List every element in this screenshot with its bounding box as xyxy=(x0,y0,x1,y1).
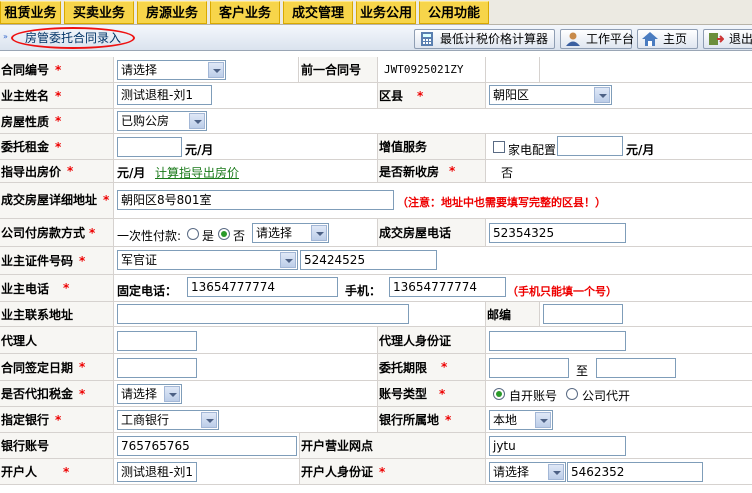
calculator-icon xyxy=(421,32,433,46)
agent-id-input[interactable] xyxy=(489,331,626,351)
appliance-checkbox[interactable] xyxy=(493,141,505,153)
form-row: 指导出房价 * 元/月 计算指导出房价 是否新收房 * 否 xyxy=(0,160,752,183)
exit-icon xyxy=(709,33,724,45)
owner-id-input[interactable]: 52424525 xyxy=(300,250,437,270)
form-row: 开户人 * 测试退租-刘1 开户人身份证 * 请选择 5462352 xyxy=(0,459,752,485)
period-to-label: 至 xyxy=(576,364,589,378)
chevron-down-icon xyxy=(280,252,296,268)
period-start-input[interactable] xyxy=(489,358,569,378)
district-select[interactable]: 朝阳区 xyxy=(489,85,612,105)
user-icon xyxy=(566,32,580,46)
menu-rental[interactable]: 租赁业务 xyxy=(0,1,61,24)
value-added-input[interactable] xyxy=(557,136,623,156)
form-row: 公司付房款方式 * 一次性付款: 是 否 请选择 成交房屋电话 52354325 xyxy=(0,219,752,247)
home-button[interactable]: 主页 xyxy=(637,29,698,49)
form-row: 成交房屋详细地址 * 朝阳区8号801室 （注意：地址中也需要填写完整的区县！） xyxy=(0,183,752,219)
holder-id-type-select[interactable]: 请选择 xyxy=(489,462,566,482)
house-phone-input[interactable]: 52354325 xyxy=(489,223,626,243)
form-row: 指定银行 * 工商银行 银行所属地 * 本地 xyxy=(0,407,752,433)
field-label: 代理人身份证 xyxy=(378,327,486,353)
branch-input[interactable]: jytu xyxy=(489,436,626,456)
appliance-label: 家电配置 xyxy=(508,143,557,157)
field-label: 业主证件号码 * xyxy=(0,247,114,274)
holder-id-input[interactable]: 5462352 xyxy=(567,462,703,482)
menu-common-functions[interactable]: 公用功能 xyxy=(419,1,489,24)
form-row: 合同签定日期 * 委托期限 * 至 xyxy=(0,354,752,381)
exit-label: 退出 xyxy=(729,32,752,46)
mobile-input[interactable]: 13654777774 xyxy=(389,277,506,297)
form-row: 业主联系地址 邮编 xyxy=(0,302,752,327)
field-label: 账号类型 * xyxy=(378,381,486,406)
field-label: 成交房屋详细地址 * xyxy=(0,183,114,218)
form-row: 业主电话 * 固定电话： 13654777774 手机： 13654777774 … xyxy=(0,275,752,302)
form-row: 是否代扣税金 * 请选择 账号类型 * 自开账号 公司代开 xyxy=(0,381,752,407)
form-row: 委托租金 * 元/月 增值服务 家电配置 元/月 xyxy=(0,134,752,160)
mobile-note: （手机只能填一个号） xyxy=(507,285,617,298)
field-label: 开户人身份证 * xyxy=(300,459,486,484)
mobile-label: 手机： xyxy=(345,284,382,298)
menu-listings[interactable]: 房源业务 xyxy=(137,1,207,24)
chevron-down-icon xyxy=(189,113,205,129)
menu-clients[interactable]: 客户业务 xyxy=(210,1,280,24)
fixed-phone-label: 固定电话： xyxy=(117,284,178,298)
field-label: 成交房屋电话 xyxy=(378,219,486,246)
field-label: 房屋性质 * xyxy=(0,109,114,133)
tax-calculator-label: 最低计税价格计算器 xyxy=(440,32,549,46)
breadcrumb: 房管委托合同录入 xyxy=(11,27,135,49)
property-type-select[interactable]: 已购公房 xyxy=(117,111,207,131)
field-label: 是否新收房 * xyxy=(378,160,486,182)
sub-toolbar: » 房管委托合同录入 最低计税价格计算器 工作平台 主页 退出 xyxy=(0,25,752,51)
period-end-input[interactable] xyxy=(596,358,676,378)
top-menu-bar: 租赁业务 买卖业务 房源业务 客户业务 成交管理 业务公用 公用功能 xyxy=(0,0,752,25)
owner-id-type-select[interactable]: 军官证 xyxy=(117,250,298,270)
field-label: 区县 * xyxy=(378,83,486,108)
company-account-label: 公司代开 xyxy=(582,389,631,403)
exit-button[interactable]: 退出 xyxy=(703,29,752,49)
field-label: 委托期限 * xyxy=(378,354,486,380)
breadcrumb-arrow-icon: » xyxy=(3,32,8,41)
workbench-label: 工作平台 xyxy=(586,32,635,46)
field-label: 业主电话 * xyxy=(0,275,114,301)
form-row: 业主姓名 * 测试退租-刘1 区县 * 朝阳区 xyxy=(0,83,752,109)
workbench-button[interactable]: 工作平台 xyxy=(560,29,635,49)
home-icon xyxy=(642,32,658,46)
company-account-radio[interactable] xyxy=(566,388,578,400)
bank-location-select[interactable]: 本地 xyxy=(489,410,553,430)
form-row: 合同编号 * 请选择 前一合同号 JWT0925021ZY xyxy=(0,57,752,83)
address-note: （注意：地址中也需要填写完整的区县！） xyxy=(397,196,606,209)
new-property-value: 否 xyxy=(501,166,514,180)
form-row: 银行账号 765765765 开户营业网点 jytu xyxy=(0,433,752,459)
value-added-unit: 元/月 xyxy=(626,143,655,157)
own-account-radio[interactable] xyxy=(493,388,505,400)
field-label: 银行所属地 * xyxy=(378,407,486,432)
chevron-down-icon xyxy=(535,412,551,428)
form-row: 业主证件号码 * 军官证 52424525 xyxy=(0,247,752,275)
field-label: 邮编 xyxy=(486,302,540,326)
field-label: 增值服务 xyxy=(378,134,486,159)
address-input[interactable]: 朝阳区8号801室 xyxy=(117,190,394,210)
menu-common-business[interactable]: 业务公用 xyxy=(356,1,416,24)
menu-deals[interactable]: 成交管理 xyxy=(283,1,353,24)
chevron-down-icon xyxy=(594,87,610,103)
home-label: 主页 xyxy=(663,32,688,46)
menu-sales[interactable]: 买卖业务 xyxy=(64,1,134,24)
form-row: 房屋性质 * 已购公房 xyxy=(0,109,752,134)
chevron-down-icon xyxy=(548,464,564,480)
tax-calculator-button[interactable]: 最低计税价格计算器 xyxy=(414,29,555,49)
own-account-label: 自开账号 xyxy=(509,389,558,403)
fixed-phone-input[interactable]: 13654777774 xyxy=(187,277,338,297)
form-row: 代理人 代理人身份证 xyxy=(0,327,752,354)
field-label: 开户营业网点 xyxy=(300,433,486,458)
postcode-input[interactable] xyxy=(543,304,623,324)
